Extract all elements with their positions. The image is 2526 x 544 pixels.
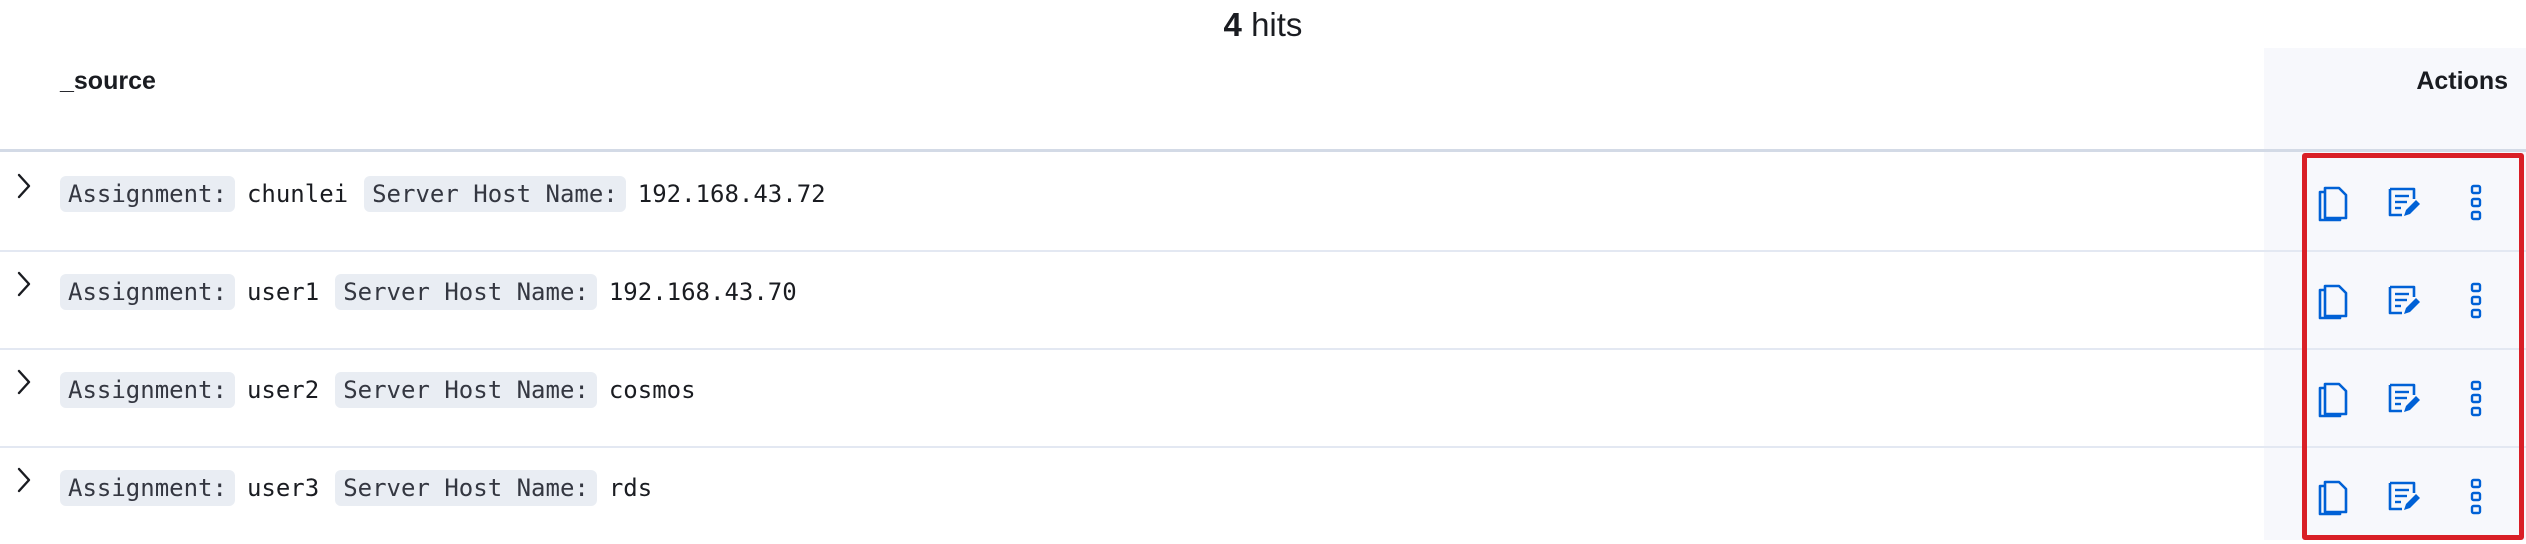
source-fields: Assignment: user1 Server Host Name: 192.… — [60, 272, 801, 312]
copy-button[interactable] — [2310, 474, 2354, 518]
row-actions — [2310, 180, 2510, 224]
expand-row-button[interactable] — [10, 464, 38, 496]
field-value-server-host-name: rds — [608, 474, 653, 502]
field-value-server-host-name: 192.168.43.72 — [637, 180, 826, 208]
row-actions — [2310, 278, 2510, 322]
expand-row-button[interactable] — [10, 268, 38, 300]
more-actions-button[interactable] — [2454, 180, 2498, 224]
expand-row-button[interactable] — [10, 170, 38, 202]
expand-row-button[interactable] — [10, 366, 38, 398]
hits-label: hits — [1251, 6, 1303, 43]
field-key-server-host-name: Server Host Name: — [335, 274, 597, 310]
table-header: _source Actions — [0, 48, 2526, 152]
table-row: Assignment: user1 Server Host Name: 192.… — [0, 250, 2526, 350]
edit-document-icon — [2388, 481, 2420, 511]
hits-count: 4 hits — [0, 4, 2526, 46]
more-vertical-icon — [2470, 184, 2482, 221]
edit-document-icon — [2388, 285, 2420, 315]
source-fields: Assignment: user3 Server Host Name: rds — [60, 468, 656, 508]
field-value-assignment: user1 — [246, 278, 320, 306]
hits-number: 4 — [1223, 6, 1242, 43]
copy-document-icon — [2318, 284, 2348, 320]
chevron-right-icon — [17, 271, 31, 297]
more-vertical-icon — [2470, 282, 2482, 319]
field-value-assignment: chunlei — [246, 180, 349, 208]
more-actions-button[interactable] — [2454, 474, 2498, 518]
field-value-assignment: user3 — [246, 474, 320, 502]
field-value-server-host-name: cosmos — [608, 376, 696, 404]
chevron-right-icon — [17, 173, 31, 199]
field-value-server-host-name: 192.168.43.70 — [608, 278, 797, 306]
edit-button[interactable] — [2382, 376, 2426, 420]
edit-document-icon — [2388, 187, 2420, 217]
column-header-actions: Actions — [2416, 67, 2508, 95]
edit-button[interactable] — [2382, 474, 2426, 518]
copy-document-icon — [2318, 186, 2348, 222]
field-key-assignment: Assignment: — [60, 176, 235, 212]
field-value-assignment: user2 — [246, 376, 320, 404]
chevron-right-icon — [17, 467, 31, 493]
source-fields: Assignment: chunlei Server Host Name: 19… — [60, 174, 830, 214]
table-row: Assignment: user3 Server Host Name: rds — [0, 446, 2526, 544]
copy-document-icon — [2318, 382, 2348, 418]
edit-button[interactable] — [2382, 180, 2426, 224]
edit-document-icon — [2388, 383, 2420, 413]
field-key-assignment: Assignment: — [60, 274, 235, 310]
more-vertical-icon — [2470, 478, 2482, 515]
copy-document-icon — [2318, 480, 2348, 516]
more-actions-button[interactable] — [2454, 278, 2498, 322]
field-key-server-host-name: Server Host Name: — [364, 176, 626, 212]
field-key-assignment: Assignment: — [60, 372, 235, 408]
column-header-source[interactable]: _source — [60, 66, 156, 96]
more-vertical-icon — [2470, 380, 2482, 417]
table-row: Assignment: user2 Server Host Name: cosm… — [0, 348, 2526, 448]
source-fields: Assignment: user2 Server Host Name: cosm… — [60, 370, 700, 410]
results-table: _source Actions Assignment: chunlei Serv… — [0, 48, 2526, 540]
field-key-assignment: Assignment: — [60, 470, 235, 506]
chevron-right-icon — [17, 369, 31, 395]
field-key-server-host-name: Server Host Name: — [335, 372, 597, 408]
row-actions — [2310, 474, 2510, 518]
copy-button[interactable] — [2310, 376, 2354, 420]
copy-button[interactable] — [2310, 278, 2354, 322]
table-row: Assignment: chunlei Server Host Name: 19… — [0, 152, 2526, 252]
row-actions — [2310, 376, 2510, 420]
copy-button[interactable] — [2310, 180, 2354, 224]
field-key-server-host-name: Server Host Name: — [335, 470, 597, 506]
more-actions-button[interactable] — [2454, 376, 2498, 420]
edit-button[interactable] — [2382, 278, 2426, 322]
